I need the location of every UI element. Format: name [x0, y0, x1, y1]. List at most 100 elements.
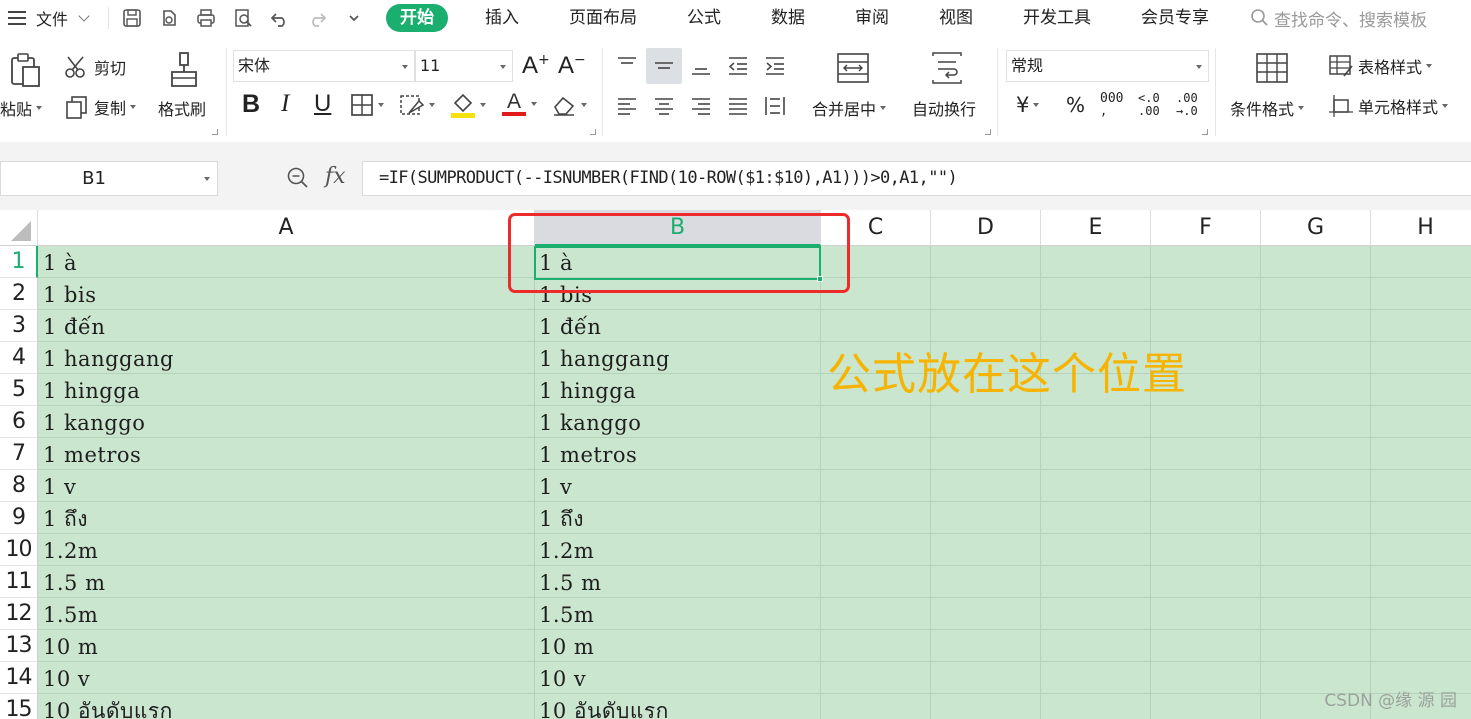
cell-b[interactable]: 1.5m: [534, 598, 820, 630]
tab-view[interactable]: 视图: [926, 4, 986, 32]
copy-button[interactable]: 复制: [64, 94, 137, 120]
cell-b[interactable]: 1 ถึง: [534, 502, 820, 534]
tab-developer[interactable]: 开发工具: [1010, 4, 1104, 32]
column-header-f[interactable]: F: [1151, 210, 1261, 246]
alignment-dialog-launcher[interactable]: [985, 129, 991, 135]
table-style-button[interactable]: 表格样式: [1328, 54, 1433, 78]
justify-icon[interactable]: [726, 94, 750, 118]
distributed-align-icon[interactable]: [763, 94, 787, 118]
cell-a[interactable]: 1 đến: [38, 310, 534, 342]
merge-center-icon[interactable]: [836, 52, 870, 84]
align-left-icon[interactable]: [615, 94, 639, 118]
cell-b[interactable]: 1.5 m: [534, 566, 820, 598]
row-header[interactable]: 2: [0, 278, 38, 310]
save-icon[interactable]: [121, 7, 143, 29]
bold-icon[interactable]: B: [242, 90, 260, 119]
name-box[interactable]: B1: [0, 161, 218, 196]
cell-a[interactable]: 1 hingga: [38, 374, 534, 406]
clipboard-dialog-launcher[interactable]: [212, 129, 218, 135]
cell-b[interactable]: 1 đến: [534, 310, 820, 342]
row-header[interactable]: 9: [0, 502, 38, 534]
number-dialog-launcher[interactable]: [1202, 129, 1208, 135]
wrap-text-icon[interactable]: [930, 52, 964, 84]
insert-function-button[interactable]: fx: [325, 164, 346, 189]
cell-style-button[interactable]: 单元格样式: [1328, 94, 1449, 118]
align-right-icon[interactable]: [689, 94, 713, 118]
increase-indent-icon[interactable]: [763, 54, 787, 78]
font-name-select[interactable]: 宋体: [233, 50, 415, 82]
format-painter-icon[interactable]: [168, 50, 200, 90]
cell-b[interactable]: 1 v: [534, 470, 820, 502]
underline-icon[interactable]: U: [314, 90, 331, 118]
number-format-select[interactable]: 常规: [1006, 50, 1209, 82]
cell-b[interactable]: 1 kanggo: [534, 406, 820, 438]
tab-data[interactable]: 数据: [758, 4, 818, 32]
wrap-text-button[interactable]: 自动换行: [912, 96, 976, 120]
format-painter-button[interactable]: 格式刷: [158, 96, 206, 120]
cut-button[interactable]: 剪切: [64, 54, 126, 80]
clear-format-icon[interactable]: [551, 93, 587, 117]
row-header[interactable]: 13: [0, 630, 38, 662]
align-top-icon[interactable]: [615, 54, 639, 78]
tab-member[interactable]: 会员专享: [1128, 4, 1222, 32]
row-header[interactable]: 10: [0, 534, 38, 566]
row-header[interactable]: 1: [0, 246, 38, 278]
align-center-icon[interactable]: [652, 94, 676, 118]
align-middle-icon[interactable]: [646, 48, 682, 84]
row-header[interactable]: 5: [0, 374, 38, 406]
cell-shading-icon[interactable]: [399, 93, 435, 117]
row-header[interactable]: 4: [0, 342, 38, 374]
cell-a[interactable]: 1.5 m: [38, 566, 534, 598]
cell-b[interactable]: 10 อันดับแรก: [534, 694, 820, 719]
customize-chevron-icon[interactable]: [343, 7, 365, 29]
column-header-a[interactable]: A: [38, 210, 535, 246]
row-header[interactable]: 3: [0, 310, 38, 342]
tab-page-layout[interactable]: 页面布局: [556, 4, 650, 32]
row-header[interactable]: 15: [0, 694, 38, 719]
column-header-g[interactable]: G: [1261, 210, 1371, 246]
row-header[interactable]: 8: [0, 470, 38, 502]
export-icon[interactable]: [158, 7, 180, 29]
paste-icon[interactable]: [8, 52, 42, 88]
font-size-select[interactable]: 11: [415, 50, 513, 82]
decrease-font-icon[interactable]: A −: [558, 52, 586, 80]
increase-decimal-icon[interactable]: <.0.00: [1138, 92, 1160, 118]
conditional-format-button[interactable]: 条件格式: [1230, 96, 1305, 120]
cell-b[interactable]: 1.2m: [534, 534, 820, 566]
cell-a[interactable]: 1 bis: [38, 278, 534, 310]
cell-a[interactable]: 1 kanggo: [38, 406, 534, 438]
cell-a[interactable]: 1 à: [38, 246, 534, 278]
increase-font-icon[interactable]: A +: [522, 52, 550, 80]
merge-center-button[interactable]: 合并居中: [812, 96, 887, 120]
zoom-search-icon[interactable]: [286, 166, 310, 194]
formula-input[interactable]: =IF(SUMPRODUCT(--ISNUMBER(FIND(10-ROW($1…: [362, 161, 1471, 196]
fill-color-icon[interactable]: [450, 91, 486, 119]
cell-a[interactable]: 1.5m: [38, 598, 534, 630]
file-menu[interactable]: 文件: [36, 6, 90, 30]
column-header-d[interactable]: D: [931, 210, 1041, 246]
row-header[interactable]: 12: [0, 598, 38, 630]
cell-b[interactable]: 1 hingga: [534, 374, 820, 406]
percent-button[interactable]: %: [1066, 93, 1085, 117]
cell-a[interactable]: 1.2m: [38, 534, 534, 566]
row-header[interactable]: 7: [0, 438, 38, 470]
row-header[interactable]: 14: [0, 662, 38, 694]
cell-a[interactable]: 1 hanggang: [38, 342, 534, 374]
print-preview-icon[interactable]: [232, 7, 254, 29]
print-icon[interactable]: [195, 7, 217, 29]
cell-a[interactable]: 10 m: [38, 630, 534, 662]
row-header[interactable]: 11: [0, 566, 38, 598]
currency-button[interactable]: ¥: [1016, 93, 1040, 117]
cell-a[interactable]: 1 metros: [38, 438, 534, 470]
paste-button[interactable]: 粘贴: [0, 96, 43, 120]
font-color-icon[interactable]: A: [501, 89, 537, 119]
cell-a[interactable]: 10 v: [38, 662, 534, 694]
decrease-decimal-icon[interactable]: .00 →.0: [1176, 92, 1198, 118]
undo-icon[interactable]: [269, 7, 291, 29]
tab-insert[interactable]: 插入: [472, 4, 532, 32]
tab-review[interactable]: 审阅: [842, 4, 902, 32]
cell-a[interactable]: 10 อันดับแรก: [38, 694, 534, 719]
redo-icon[interactable]: [306, 7, 328, 29]
font-dialog-launcher[interactable]: [590, 129, 596, 135]
menu-icon[interactable]: [8, 0, 26, 36]
